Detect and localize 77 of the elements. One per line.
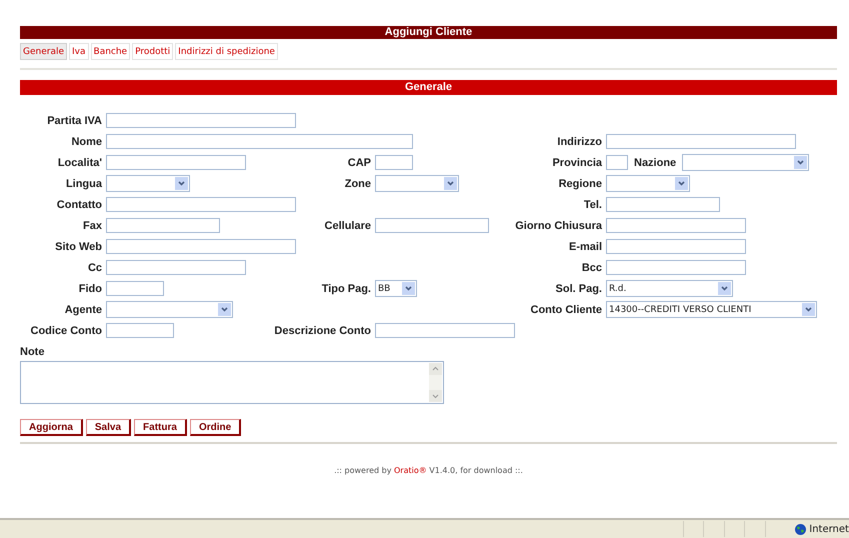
text-field[interactable] <box>106 239 296 254</box>
footer-text: .:: powered by Oratio® V1.4.0, for download ::. <box>334 466 523 475</box>
text-field[interactable] <box>106 218 220 233</box>
field-label: Partita IVA <box>47 114 102 126</box>
form-button[interactable]: Ordine <box>190 419 242 436</box>
field-label: Bcc <box>582 262 602 274</box>
globe-icon <box>795 524 806 534</box>
dropdown[interactable]: 14300--CREDITI VERSO CLIENTI <box>606 301 817 318</box>
field-label: Fido <box>78 282 102 294</box>
tab[interactable]: Prodotti <box>132 43 174 60</box>
chevron-down-icon <box>794 156 808 169</box>
text-field[interactable] <box>606 260 746 275</box>
field-label: Zone <box>344 178 371 190</box>
text-field[interactable] <box>106 281 164 296</box>
field-label: Agente <box>64 304 102 316</box>
text-field[interactable] <box>106 260 246 275</box>
text-field[interactable] <box>606 197 720 212</box>
text-field[interactable] <box>106 155 246 170</box>
text-field[interactable] <box>106 197 296 212</box>
field-label: Cc <box>88 262 102 274</box>
field-label: Codice Conto <box>30 324 102 336</box>
text-field[interactable] <box>106 323 174 338</box>
form-button[interactable]: Aggiorna <box>20 419 83 436</box>
field-label: Conto Cliente <box>530 304 602 316</box>
text-field[interactable] <box>606 134 796 149</box>
field-label: Sito Web <box>55 240 102 252</box>
text-field[interactable] <box>606 239 746 254</box>
text-field[interactable] <box>606 218 746 233</box>
field-label: Giorno Chiusura <box>515 220 602 232</box>
field-label: Contatto <box>56 198 102 210</box>
chevron-down-icon <box>802 303 815 316</box>
field-label: Cellulare <box>324 220 371 232</box>
chevron-down-icon <box>175 177 188 190</box>
chevron-down-icon <box>675 177 688 190</box>
field-label: Tipo Pag. <box>322 282 371 294</box>
dropdown[interactable]: BB <box>375 280 417 297</box>
scrollbar-drawing <box>429 363 442 402</box>
dropdown[interactable] <box>106 301 233 318</box>
tab[interactable]: Banche <box>90 43 130 60</box>
field-label: Note <box>20 346 44 358</box>
chevron-down-icon <box>218 303 231 316</box>
zone-text: Internet <box>809 524 849 534</box>
form-button[interactable]: Fattura <box>134 419 187 436</box>
field-label: Indirizzo <box>557 136 602 148</box>
note-field[interactable] <box>20 361 444 404</box>
dropdown[interactable] <box>682 154 810 171</box>
text-field[interactable] <box>106 113 296 128</box>
chevron-down-icon <box>444 177 457 190</box>
field-label: Descrizione Conto <box>274 324 371 336</box>
text-field[interactable] <box>606 155 628 170</box>
text-field[interactable] <box>375 323 515 338</box>
chevron-down-icon <box>402 282 415 295</box>
field-label: Provincia <box>552 156 602 168</box>
dropdown[interactable] <box>106 175 190 192</box>
field-label: Nome <box>71 136 102 148</box>
form-button[interactable]: Salva <box>86 419 132 436</box>
field-label: Regione <box>558 178 602 190</box>
tab[interactable]: Indirizzi di spedizione <box>175 43 278 60</box>
text-field[interactable] <box>106 134 413 149</box>
dropdown[interactable]: R.d. <box>606 280 733 297</box>
text-field[interactable] <box>375 218 489 233</box>
field-label: Nazione <box>634 156 676 168</box>
field-label: Localita' <box>58 156 102 168</box>
tab[interactable]: Generale <box>20 43 68 60</box>
dropdown[interactable] <box>375 175 459 192</box>
form-title: Aggiungi Cliente <box>20 26 837 39</box>
field-label: Lingua <box>66 178 102 190</box>
tab[interactable]: Iva <box>69 43 89 60</box>
text-field[interactable] <box>375 155 413 170</box>
dropdown[interactable] <box>606 175 690 192</box>
field-label: Fax <box>83 220 102 232</box>
field-label: CAP <box>348 156 371 168</box>
section-header: Generale <box>20 80 837 95</box>
field-label: Sol. Pag. <box>556 282 602 294</box>
chevron-down-icon <box>718 282 731 295</box>
field-label: Tel. <box>584 198 602 210</box>
field-label: E-mail <box>568 240 602 252</box>
